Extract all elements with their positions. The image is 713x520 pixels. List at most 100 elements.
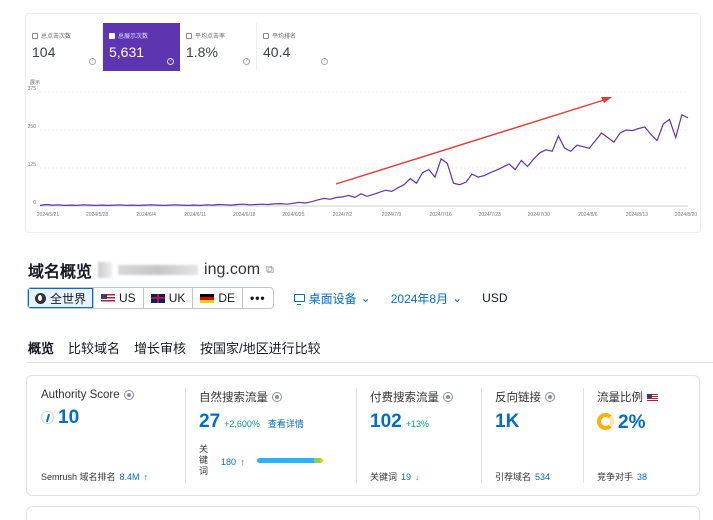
tab-overview[interactable]: 概览 xyxy=(28,338,54,357)
share-donut-icon xyxy=(597,413,614,430)
card-label: 总展示次数 xyxy=(118,34,149,40)
card-avg-position[interactable]: 平均排名 40.4 ? xyxy=(257,23,334,71)
x-tick-label: 2024/6/11 xyxy=(184,212,206,218)
x-tick-label: 2024/6/25 xyxy=(282,212,304,218)
domain-name: ing.com xyxy=(204,261,261,278)
trend-arrow-head xyxy=(601,97,612,103)
checkbox-icon[interactable] xyxy=(32,32,38,39)
foot-label: 竞争对手 xyxy=(597,472,634,482)
external-link-icon[interactable]: ⧉ xyxy=(266,264,274,277)
metric-paid-traffic: 付费搜索流量 102 +13% 关键词 19 ↓ xyxy=(356,376,481,495)
us-flag-icon xyxy=(101,293,116,303)
region-label: DE xyxy=(218,291,236,305)
foot-label: 关键词 xyxy=(370,472,398,482)
region-us[interactable]: US xyxy=(94,288,144,308)
info-icon[interactable] xyxy=(545,392,555,402)
foot-value[interactable]: 38 xyxy=(637,472,647,482)
metric-authority-score: Authority Score 10 Semrush 域名排名 8.4M ↑ xyxy=(27,376,185,495)
region-label: 全世界 xyxy=(50,291,87,306)
foot-value[interactable]: 534 xyxy=(535,472,550,482)
keywords-label: 关键词 xyxy=(199,444,209,476)
organic-keywords: 关键词 180 ↑ xyxy=(199,444,323,477)
page-title: 域名概览 xyxy=(28,264,93,281)
keyword-distribution-bar xyxy=(256,458,323,463)
card-total-impressions[interactable]: 总展示次数 5,631 ? xyxy=(103,23,180,71)
region-worldwide[interactable]: 全世界 xyxy=(28,288,95,308)
metric-value[interactable]: 27 xyxy=(199,411,220,433)
domain-title: 域名概览 ing.com ⧉ xyxy=(28,258,274,282)
help-icon[interactable]: ? xyxy=(321,58,328,65)
info-icon[interactable] xyxy=(123,390,134,400)
tab-growth-report[interactable]: 增长审核 xyxy=(134,338,186,357)
foot-value[interactable]: 8.4M xyxy=(120,472,140,482)
help-icon[interactable]: ? xyxy=(89,58,96,65)
x-tick-label: 2024/5/28 xyxy=(86,212,108,218)
date-dropdown[interactable]: 2024年8月 ⌄ xyxy=(391,290,462,307)
metric-label: 付费搜索流量 xyxy=(370,392,439,404)
metric-value[interactable]: 2% xyxy=(618,412,645,434)
card-label: 平均排名 xyxy=(272,34,297,40)
authority-score-icon xyxy=(41,411,54,424)
metric-change: +13% xyxy=(405,419,429,429)
region-uk[interactable]: UK xyxy=(144,288,194,308)
y-tick-label: 125 xyxy=(28,162,37,168)
checkbox-icon[interactable] xyxy=(109,32,115,39)
x-tick-label: 2024/8/6 xyxy=(578,212,598,218)
checkbox-icon[interactable] xyxy=(263,32,269,39)
uk-flag-icon xyxy=(150,293,165,303)
y-tick-label: 0 xyxy=(33,200,36,206)
y-tick-label: 375 xyxy=(28,86,37,92)
info-icon[interactable] xyxy=(443,392,453,402)
card-total-clicks[interactable]: 总点击次数 104 ? xyxy=(26,23,103,71)
overview-tabs: 概览 比较域名 增长审核 按国家/地区进行比较 xyxy=(28,338,321,357)
help-icon[interactable]: ? xyxy=(167,58,174,65)
x-tick-label: 2024/7/9 xyxy=(382,212,402,218)
date-label: 2024年8月 xyxy=(390,291,449,306)
region-de[interactable]: DE xyxy=(193,288,244,308)
checkbox-icon[interactable] xyxy=(186,32,192,39)
us-flag-icon xyxy=(647,393,658,401)
de-flag-icon xyxy=(200,293,215,303)
card-value: 1.8% xyxy=(186,44,218,60)
keywords-value[interactable]: 180 xyxy=(221,457,236,467)
metric-value[interactable]: 10 xyxy=(58,407,79,429)
next-panel-edge xyxy=(26,506,700,520)
help-icon[interactable]: ? xyxy=(243,58,250,65)
device-dropdown[interactable]: 桌面设备 ⌄ xyxy=(293,290,371,307)
card-avg-ctr[interactable]: 平均点击率 1.8% ? xyxy=(180,23,257,71)
x-tick-label: 2024/6/4 xyxy=(136,212,156,218)
card-label: 总点击次数 xyxy=(41,34,72,40)
redacted-block xyxy=(118,265,199,275)
x-tick-label: 2024/7/2 xyxy=(333,212,353,218)
trend-down-icon: ↓ xyxy=(415,471,420,482)
metric-value[interactable]: 102 xyxy=(370,411,402,433)
foot-label: Semrush 域名排名 xyxy=(41,472,116,482)
region-selector: 全世界 US UK DE ••• xyxy=(27,287,274,309)
currency-label[interactable]: USD xyxy=(482,291,507,305)
card-value: 40.4 xyxy=(263,44,291,60)
metric-label: 流量比例 xyxy=(597,392,643,404)
impressions-series-line xyxy=(39,113,689,207)
info-icon[interactable] xyxy=(272,392,282,402)
metric-cards: 总点击次数 104 ? 总展示次数 5,631 ? 平均点击率 1.8% ? 平… xyxy=(26,23,334,71)
metric-change: +2,600% xyxy=(224,419,260,429)
x-tick-label: 2024/8/13 xyxy=(626,212,648,218)
device-label: 桌面设备 xyxy=(308,291,357,306)
metric-value[interactable]: 1K xyxy=(495,411,519,433)
metric-label: 反向链接 xyxy=(495,392,541,404)
view-details-link[interactable]: 查看详情 xyxy=(268,417,304,430)
redacted-block xyxy=(98,262,113,278)
x-tick-label: 2024/7/16 xyxy=(429,212,451,218)
region-label: UK xyxy=(168,291,186,305)
foot-value[interactable]: 19 xyxy=(401,472,411,482)
more-regions-button[interactable]: ••• xyxy=(243,288,273,308)
gsc-performance-panel: 总点击次数 104 ? 总展示次数 5,631 ? 平均点击率 1.8% ? 平… xyxy=(26,14,700,232)
globe-icon xyxy=(35,292,46,304)
trend-up-icon: ↑ xyxy=(240,456,245,467)
tab-compare-domains[interactable]: 比较域名 xyxy=(68,338,120,357)
trend-up-icon: ↑ xyxy=(143,471,149,482)
chevron-down-icon: ⌄ xyxy=(452,291,463,305)
tab-divider xyxy=(26,362,713,363)
card-label: 平均点击率 xyxy=(195,34,226,40)
tab-compare-by-country[interactable]: 按国家/地区进行比较 xyxy=(200,338,321,357)
